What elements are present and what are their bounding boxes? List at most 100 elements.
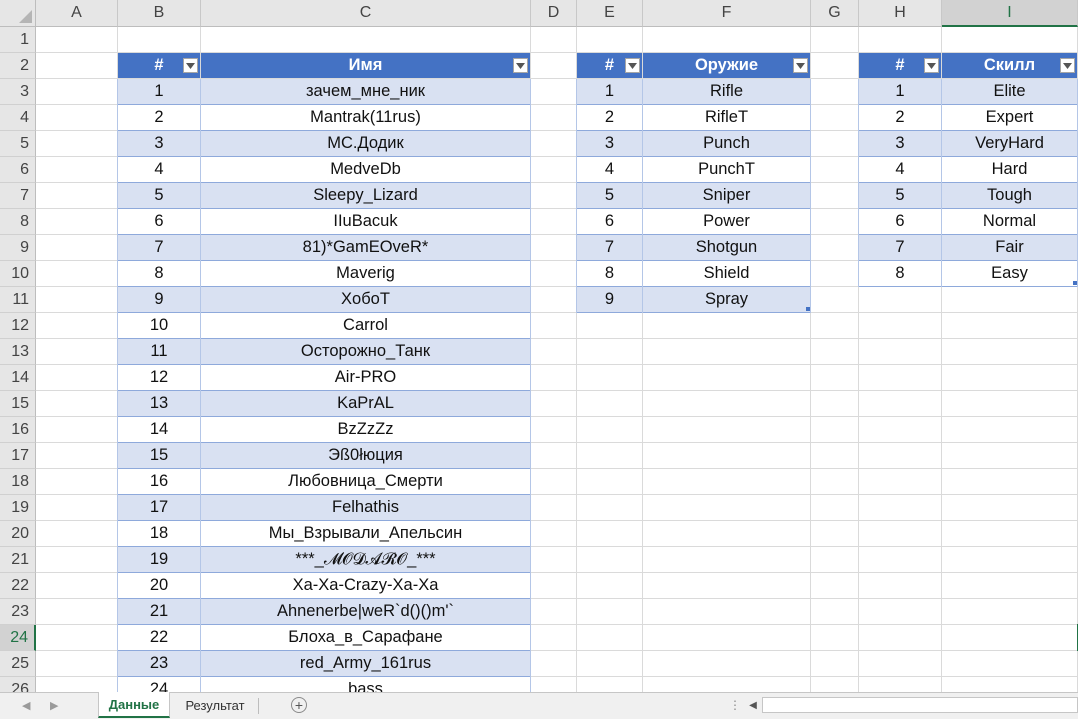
table-cell-skill[interactable]: Normal	[942, 209, 1077, 234]
row-header-8[interactable]: 8	[0, 209, 36, 235]
table-cell-number[interactable]: 5	[859, 183, 941, 208]
table-cell-name[interactable]: Carrol	[201, 313, 530, 338]
sheet-tab-data[interactable]: Данные	[98, 692, 170, 718]
scroll-left-icon[interactable]: ◀	[746, 698, 760, 712]
table-cell-number[interactable]: 7	[859, 235, 941, 260]
row-header-10[interactable]: 10	[0, 261, 36, 287]
table-cell-number[interactable]: 15	[118, 443, 200, 468]
table-cell-weapon[interactable]: Shotgun	[643, 235, 810, 260]
table-cell-number[interactable]: 23	[118, 651, 200, 676]
column-header-b[interactable]: B	[118, 0, 201, 27]
sheet-tab-result[interactable]: Результат	[174, 692, 256, 718]
table-cell-number[interactable]: 5	[118, 183, 200, 208]
table-cell-number[interactable]: 12	[118, 365, 200, 390]
scroll-split-icon[interactable]: ⋮	[729, 698, 741, 712]
table-cell-number[interactable]: 3	[859, 131, 941, 156]
table-cell-name[interactable]: IIuBacuk	[201, 209, 530, 234]
column-header-h[interactable]: H	[859, 0, 942, 27]
table-cell-name[interactable]: bass	[201, 677, 530, 692]
table-cell-number[interactable]: 21	[118, 599, 200, 624]
table-cell-name[interactable]: Блоха_в_Сарафане	[201, 625, 530, 650]
table-cell-number[interactable]: 2	[118, 105, 200, 130]
table-cell-number[interactable]: 8	[118, 261, 200, 286]
table-cell-number[interactable]: 13	[118, 391, 200, 416]
row-header-3[interactable]: 3	[0, 79, 36, 105]
column-header-g[interactable]: G	[811, 0, 859, 27]
table-cell-name[interactable]: Mantrak(11rus)	[201, 105, 530, 130]
filter-dropdown-button[interactable]	[625, 58, 640, 73]
table-cell-number[interactable]: 7	[118, 235, 200, 260]
table-cell-number[interactable]: 3	[577, 131, 642, 156]
table-cell-name[interactable]: KaPrAL	[201, 391, 530, 416]
column-header-c[interactable]: C	[201, 0, 531, 27]
table-cell-number[interactable]: 1	[577, 79, 642, 104]
row-header-9[interactable]: 9	[0, 235, 36, 261]
row-header-4[interactable]: 4	[0, 105, 36, 131]
table-cell-name[interactable]: red_Army_161rus	[201, 651, 530, 676]
table-cell-name[interactable]: зачем_мне_ник	[201, 79, 530, 104]
table-cell-number[interactable]: 1	[118, 79, 200, 104]
row-header-13[interactable]: 13	[0, 339, 36, 365]
table-cell-number[interactable]: 4	[118, 157, 200, 182]
table-cell-weapon[interactable]: PunchT	[643, 157, 810, 182]
row-header-20[interactable]: 20	[0, 521, 36, 547]
table-cell-weapon[interactable]: RifleT	[643, 105, 810, 130]
column-header-a[interactable]: A	[36, 0, 118, 27]
table-cell-skill[interactable]: Expert	[942, 105, 1077, 130]
table-cell-number[interactable]: 6	[859, 209, 941, 234]
table-cell-name[interactable]: Любовница_Смерти	[201, 469, 530, 494]
row-header-7[interactable]: 7	[0, 183, 36, 209]
table-cell-number[interactable]: 24	[118, 677, 200, 692]
table-cell-number[interactable]: 9	[577, 287, 642, 312]
table-cell-name[interactable]: Ahnenerbe|weR`d()()m'`	[201, 599, 530, 624]
row-header-14[interactable]: 14	[0, 365, 36, 391]
table-cell-name[interactable]: MedveDb	[201, 157, 530, 182]
table-cell-number[interactable]: 6	[577, 209, 642, 234]
table-resize-handle[interactable]	[806, 307, 810, 311]
table-cell-number[interactable]: 9	[118, 287, 200, 312]
table-cell-skill[interactable]: Tough	[942, 183, 1077, 208]
table-cell-name[interactable]: Осторожно_Танк	[201, 339, 530, 364]
row-header-1[interactable]: 1	[0, 27, 36, 53]
row-header-16[interactable]: 16	[0, 417, 36, 443]
table-cell-name[interactable]: Felhathis	[201, 495, 530, 520]
table-cell-name[interactable]: Sleepy_Lizard	[201, 183, 530, 208]
table-cell-skill[interactable]: Hard	[942, 157, 1077, 182]
table-cell-number[interactable]: 8	[859, 261, 941, 286]
table-cell-skill[interactable]: VeryHard	[942, 131, 1077, 156]
row-header-26[interactable]: 26	[0, 677, 36, 692]
table-cell-number[interactable]: 5	[577, 183, 642, 208]
table-resize-handle[interactable]	[1073, 281, 1077, 285]
table-cell-weapon[interactable]: Spray	[643, 287, 810, 312]
table-cell-number[interactable]: 18	[118, 521, 200, 546]
next-sheet-icon[interactable]: ▶	[50, 699, 58, 712]
table-cell-name[interactable]: MC.Додик	[201, 131, 530, 156]
table-cell-skill[interactable]: Fair	[942, 235, 1077, 260]
column-header-d[interactable]: D	[531, 0, 577, 27]
row-header-2[interactable]: 2	[0, 53, 36, 79]
table-cell-number[interactable]: 6	[118, 209, 200, 234]
row-header-21[interactable]: 21	[0, 547, 36, 573]
row-header-22[interactable]: 22	[0, 573, 36, 599]
filter-dropdown-button[interactable]	[924, 58, 939, 73]
row-header-23[interactable]: 23	[0, 599, 36, 625]
filter-dropdown-button[interactable]	[183, 58, 198, 73]
table-cell-name[interactable]: 81)*GamEOveR*	[201, 235, 530, 260]
table-cell-weapon[interactable]: Shield	[643, 261, 810, 286]
table-cell-number[interactable]: 16	[118, 469, 200, 494]
filter-dropdown-button[interactable]	[1060, 58, 1075, 73]
table-cell-number[interactable]: 3	[118, 131, 200, 156]
column-header-i[interactable]: I	[942, 0, 1078, 27]
prev-sheet-icon[interactable]: ◀	[22, 699, 30, 712]
table-cell-number[interactable]: 10	[118, 313, 200, 338]
row-header-5[interactable]: 5	[0, 131, 36, 157]
table-cell-number[interactable]: 19	[118, 547, 200, 572]
table-cell-number[interactable]: 2	[577, 105, 642, 130]
table-cell-number[interactable]: 17	[118, 495, 200, 520]
column-header-f[interactable]: F	[643, 0, 811, 27]
table-cell-weapon[interactable]: Sniper	[643, 183, 810, 208]
table-cell-number[interactable]: 1	[859, 79, 941, 104]
row-header-15[interactable]: 15	[0, 391, 36, 417]
table-cell-name[interactable]: Maverig	[201, 261, 530, 286]
row-header-18[interactable]: 18	[0, 469, 36, 495]
